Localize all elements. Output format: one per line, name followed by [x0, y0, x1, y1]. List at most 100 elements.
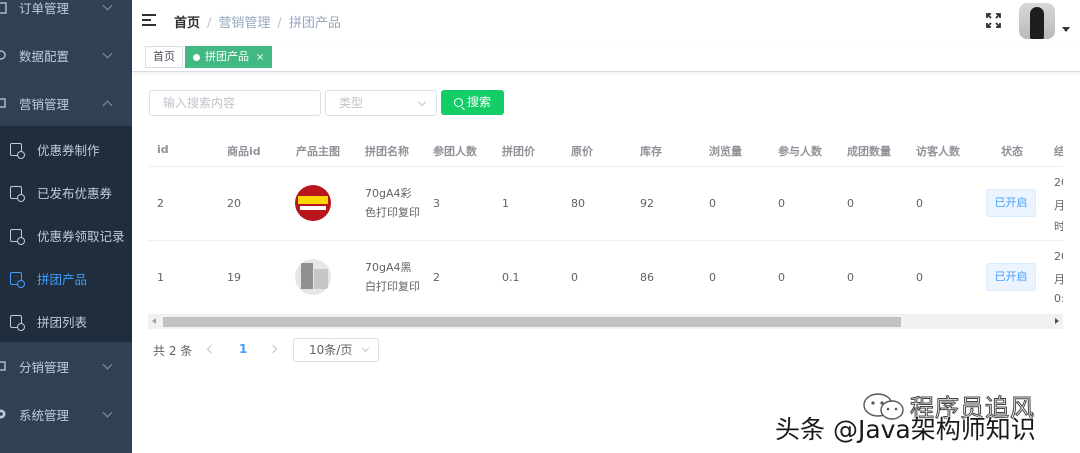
cell-stock: 92: [640, 197, 654, 210]
caret-down-icon[interactable]: [1062, 27, 1070, 32]
menu-data-config-label: 数据配置: [19, 48, 70, 64]
column-header: 库存: [640, 145, 662, 158]
column-header: 产品主图: [296, 145, 340, 158]
pagination-page[interactable]: 1: [239, 342, 247, 356]
menu-marketing[interactable]: 营销管理: [0, 79, 132, 127]
sidebar-item-label: 拼团产品: [37, 272, 88, 287]
cell-participants: 0: [778, 271, 785, 284]
column-header: 状态: [1001, 145, 1023, 158]
sidebar-item-group-products[interactable]: 拼团产品: [0, 257, 132, 300]
cell-participants: 0: [778, 197, 785, 210]
cell-overflow: 月: [1054, 199, 1063, 212]
hamburger-icon[interactable]: [142, 14, 156, 26]
cell-name: 70gA4黑白打印复印: [365, 261, 420, 293]
table-row[interactable]: 1 19 70gA4黑白打印复印 2 0.1 0 86 0 0 0 0 已开启 …: [148, 241, 1063, 315]
tag-label: 首页: [153, 50, 175, 63]
menu-system-label: 系统管理: [19, 407, 70, 423]
tags-view: 首页 拼团产品 ×: [132, 42, 1080, 72]
chevron-right-icon[interactable]: [268, 344, 278, 354]
breadcrumb-marketing: 营销管理: [218, 16, 271, 31]
tag-label: 拼团产品: [205, 50, 249, 63]
search-button[interactable]: 搜索: [441, 90, 504, 115]
status-badge[interactable]: 已开启: [986, 189, 1036, 217]
navbar: 首页 / 营销管理 / 拼团产品: [132, 0, 1080, 42]
column-header: id: [157, 143, 169, 156]
menu-data-config[interactable]: 数据配置: [0, 31, 132, 79]
cell-product-id: 19: [227, 271, 241, 284]
scroll-left-icon[interactable]: [152, 318, 156, 324]
cell-overflow: 20: [1054, 176, 1063, 189]
chevron-down-icon: [102, 359, 113, 370]
sidebar: 订单管理 数据配置 营销管理 优惠券制作 已发布优惠券 优惠券领取记录 拼团产品: [0, 0, 132, 453]
column-header: 拼团价: [502, 145, 535, 158]
breadcrumb-separator: /: [277, 16, 282, 31]
menu-marketing-label: 营销管理: [19, 96, 70, 112]
product-image: [295, 259, 331, 295]
status-badge[interactable]: 已开启: [986, 263, 1036, 291]
chevron-down-icon: [102, 0, 113, 11]
chevron-down-icon: [361, 344, 370, 353]
sidebar-item-label: 拼团列表: [37, 315, 88, 330]
config-icon: [0, 50, 6, 60]
close-icon[interactable]: ×: [256, 52, 264, 63]
sidebar-item-coupon-records[interactable]: 优惠券领取记录: [0, 214, 132, 257]
search-input[interactable]: 输入搜索内容: [149, 90, 321, 116]
tag-home[interactable]: 首页: [145, 46, 183, 68]
document-icon: [10, 272, 25, 288]
cell-groups-formed: 0: [847, 197, 854, 210]
document-icon: [10, 229, 25, 245]
column-header: 结: [1054, 145, 1063, 158]
scrollbar-thumb[interactable]: [163, 317, 901, 327]
cell-original-price: 0: [571, 271, 578, 284]
fullscreen-icon[interactable]: [986, 13, 1001, 28]
sidebar-item-coupon-published[interactable]: 已发布优惠券: [0, 171, 132, 214]
cell-overflow: 20: [1054, 250, 1063, 263]
menu-system[interactable]: 系统管理: [0, 390, 132, 438]
column-header: 访客人数: [916, 145, 960, 158]
scroll-right-icon[interactable]: [1055, 318, 1059, 324]
cell-views: 0: [709, 197, 716, 210]
sidebar-item-coupon-create[interactable]: 优惠券制作: [0, 128, 132, 171]
breadcrumb-current: 拼团产品: [288, 16, 341, 31]
table-row[interactable]: 2 20 70gA4彩色打印复印 3 1 80 92 0 0 0 0 已开启 2…: [148, 167, 1063, 241]
document-icon: [10, 143, 25, 159]
type-select[interactable]: 类型: [325, 90, 437, 116]
cell-groups-formed: 0: [847, 271, 854, 284]
chevron-down-icon: [417, 97, 427, 107]
cell-group-price: 0.1: [502, 271, 520, 284]
avatar[interactable]: [1019, 3, 1055, 39]
cell-overflow: 0:: [1054, 292, 1063, 305]
cell-visitors: 0: [916, 197, 923, 210]
cell-original-price: 80: [571, 197, 585, 210]
cell-id: 2: [157, 197, 164, 210]
cell-overflow: 时: [1054, 220, 1063, 233]
table-horizontal-scrollbar[interactable]: [148, 314, 1063, 329]
column-header: 原价: [571, 145, 593, 158]
cell-views: 0: [709, 271, 716, 284]
sidebar-item-label: 优惠券制作: [37, 143, 100, 158]
page-size-value: 10条/页: [309, 343, 353, 357]
tag-group-products[interactable]: 拼团产品 ×: [185, 46, 273, 68]
menu-order-label: 订单管理: [19, 0, 70, 16]
chevron-left-icon[interactable]: [206, 344, 216, 354]
order-icon: [0, 2, 7, 14]
breadcrumb: 首页 / 营销管理 / 拼团产品: [174, 12, 341, 31]
column-header: 成团数量: [847, 145, 891, 158]
sidebar-item-group-list[interactable]: 拼团列表: [0, 300, 132, 343]
menu-distribution-label: 分销管理: [19, 359, 70, 375]
document-icon: [10, 315, 25, 331]
column-header: 参与人数: [778, 145, 822, 158]
breadcrumb-home[interactable]: 首页: [174, 16, 200, 31]
menu-order[interactable]: 订单管理: [0, 0, 132, 31]
watermark-source: 头条 @Java架构师知识: [775, 415, 1036, 444]
page-size-select[interactable]: 10条/页: [293, 338, 379, 362]
cell-overflow: 月: [1054, 273, 1063, 286]
gear-icon: [0, 409, 6, 419]
marketing-icon: [0, 98, 6, 108]
search-input-placeholder: 输入搜索内容: [163, 96, 236, 110]
column-header: 浏览量: [709, 145, 742, 158]
type-select-placeholder: 类型: [339, 96, 364, 110]
search-icon: [453, 98, 463, 107]
sidebar-item-label: 已发布优惠券: [37, 186, 113, 201]
menu-distribution[interactable]: 分销管理: [0, 342, 132, 390]
